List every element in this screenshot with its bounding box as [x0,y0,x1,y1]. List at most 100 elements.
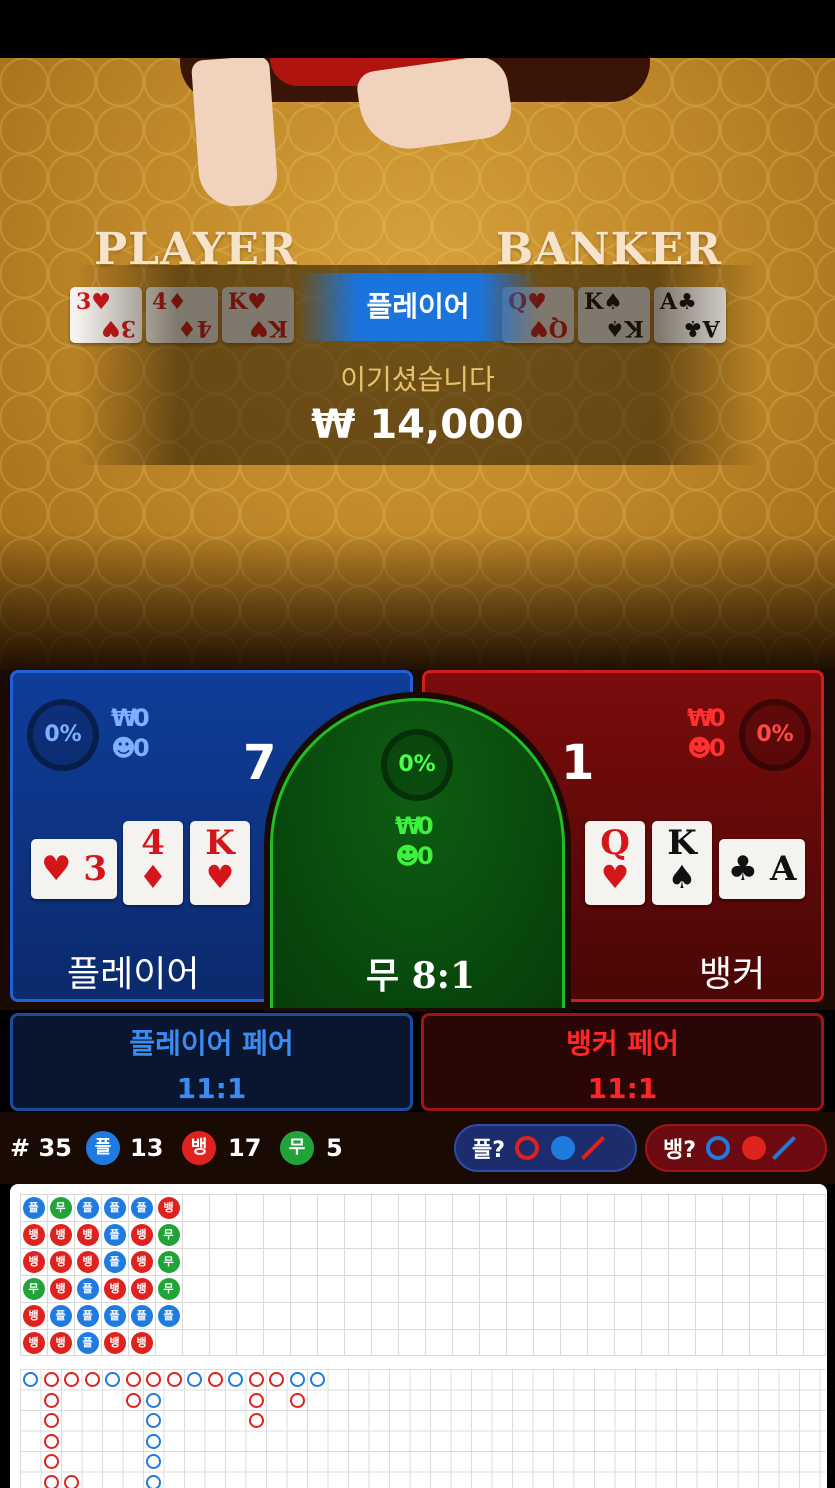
bead-road-result: 플 [76,1331,99,1354]
bead-road-result: 뱅 [130,1277,153,1300]
big-road-result [248,1392,264,1408]
bead-road-result: 플 [130,1196,153,1219]
card-suit: ♥ [205,858,235,896]
tie-bet-spot[interactable]: 0% ₩0 ☻0 무 8:1 [270,698,565,1008]
big-road-result [228,1372,243,1387]
cockroach-slash-icon [771,1135,797,1161]
player-pair-title: 플레이어 페어 [129,1027,294,1060]
card-rank: K [205,823,235,863]
big-road-result [43,1433,59,1449]
player-percent: 0% [27,699,99,771]
card-suit: ♠ [667,858,697,896]
banker-stat-badge: 뱅 [182,1131,216,1165]
big-road-result [166,1372,182,1387]
bead-road-result: 뱅 [157,1196,180,1219]
player-predict-label: 플? [472,1138,506,1163]
player-score: 7 [243,735,277,791]
bead-road-result: 뱅 [130,1331,153,1354]
player-stake-value: 0 [133,704,150,732]
big-road-result [43,1474,59,1488]
bead-road-result: 무 [22,1277,45,1300]
small-road-dot-icon [742,1136,767,1160]
big-road-result [43,1372,59,1387]
tie-count: 5 [326,1134,343,1162]
big-road-result [64,1372,79,1387]
big-road-result [289,1372,305,1387]
stats-bar: # 35 플 13 뱅 17 무 5 플? 뱅? [0,1112,835,1184]
banker-stake: ₩0 ☻0 [687,703,726,763]
banker-count-value: 0 [709,734,726,762]
big-road-result [289,1392,305,1408]
result-amount: ₩ 14,000 [311,402,524,448]
tie-count-value: 0 [417,842,434,870]
won-icon: ₩ [111,704,138,732]
bead-road-result: 플 [130,1304,153,1327]
big-road-result [125,1392,141,1408]
banker-pair-bet-spot[interactable]: 뱅커 페어 11:1 [421,1013,824,1111]
bead-road-result: 무 [157,1277,180,1300]
cockroach-slash-icon [580,1135,606,1161]
card-rank: 4 [141,823,165,863]
betting-area: 0% ₩0 ☻0 7 ♥ 3 4 ♦ K ♥ 플레이어 0% ₩0 ☻0 1 Q ♥ K ♠ ♣… [0,670,835,1111]
tie-stake-value: 0 [417,812,434,840]
won-icon: ₩ [687,704,714,732]
live-video-feed: PLAYER BANKER 3♥3♥4♦4♦K♥K♥ Q♥Q♥K♠K♠A♣A♣ … [0,58,835,670]
banker-pair-title: 뱅커 페어 [566,1027,679,1060]
big-road-result [146,1454,161,1469]
bead-road-result: 뱅 [22,1250,45,1273]
big-road-result [248,1372,264,1387]
bead-road-result: 플 [103,1196,126,1219]
hand-card: K ♠ [652,821,712,905]
big-road-result [146,1392,161,1408]
small-road-dot-icon [551,1136,576,1160]
bead-road-result: 뱅 [49,1277,72,1300]
bead-road-result: 뱅 [22,1304,45,1327]
big-road-result [248,1413,264,1428]
person-icon: ☻ [687,734,713,762]
card-rank: K [667,823,697,863]
bead-road-result: 뱅 [76,1250,99,1273]
bead-road-result: 뱅 [103,1277,126,1300]
big-road-result [146,1474,161,1488]
banker-win-count: 17 [228,1134,262,1162]
banker-stake-value: 0 [709,704,726,732]
bead-road-result: 무 [157,1250,180,1273]
bead-road-result: 플 [22,1196,45,1219]
scoreboard-roadmap[interactable]: 플무플플플뱅뱅뱅뱅플뱅무뱅뱅뱅플뱅무무뱅플뱅뱅무뱅플플플플플뱅뱅플뱅뱅 [10,1184,827,1488]
player-pair-bet-spot[interactable]: 플레이어 페어 11:1 [10,1013,413,1111]
dealer-right-hand [355,58,515,156]
bead-road-result: 뱅 [49,1331,72,1354]
big-road-result [84,1372,100,1387]
card-suit: ♦ [138,858,168,896]
big-road-result [64,1474,79,1488]
bead-road-result: 플 [103,1223,126,1246]
bead-road-result: 뱅 [49,1250,72,1273]
big-road-result [43,1392,59,1408]
bead-road-grid: 플무플플플뱅뱅뱅뱅플뱅무뱅뱅뱅플뱅무무뱅플뱅뱅무뱅플플플플플뱅뱅플뱅뱅 [20,1194,826,1356]
big-road-result [146,1372,161,1387]
tie-label: 무 8:1 [365,955,476,997]
bead-road-result: 무 [49,1196,72,1219]
player-predict-button[interactable]: 플? [454,1124,637,1172]
hand-card: 4 ♦ [123,821,183,905]
big-road-result [43,1413,59,1428]
player-win-count: 13 [130,1134,164,1162]
big-road-result [105,1372,120,1387]
big-road-result [43,1454,59,1469]
banker-predict-button[interactable]: 뱅? [645,1124,827,1172]
card-suit: ♥ [600,858,630,896]
banker-pair-odds: 11:1 [587,1072,658,1105]
hand-card: K ♥ [190,821,250,905]
card-rank: Q [600,823,630,863]
big-road-result [269,1372,284,1387]
player-stat-badge: 플 [86,1131,120,1165]
bead-road-result: 플 [49,1304,72,1327]
person-icon: ☻ [111,734,137,762]
bead-road-result: 플 [76,1304,99,1327]
big-road-result [146,1433,161,1449]
bead-road-result: 뱅 [103,1331,126,1354]
big-road-result [207,1372,223,1387]
big-road-result [310,1372,325,1387]
big-road-result [23,1372,38,1387]
banker-percent: 0% [739,699,811,771]
